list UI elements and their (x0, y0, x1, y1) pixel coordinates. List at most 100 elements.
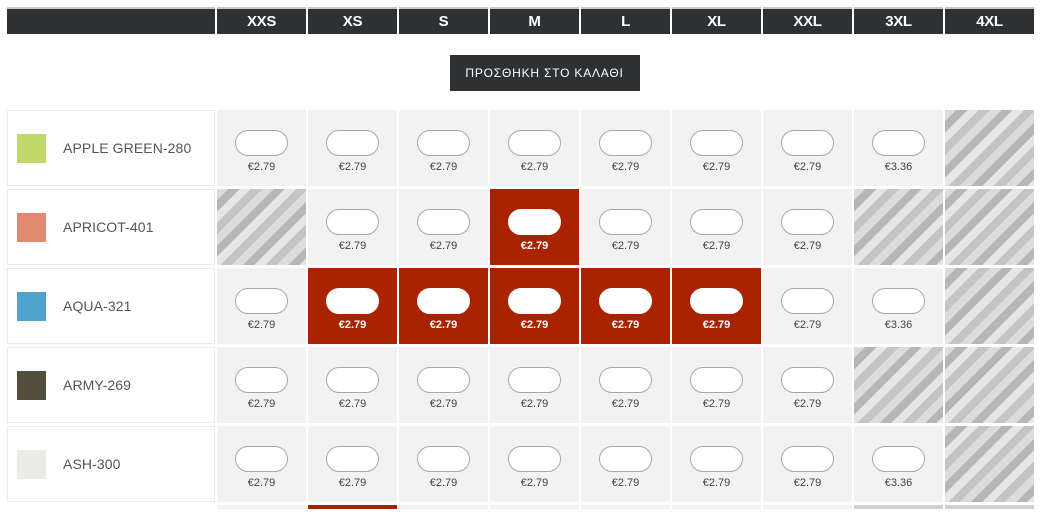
size-header-m: M (490, 7, 579, 34)
quantity-input[interactable] (872, 288, 925, 314)
price-label: €2.79 (247, 319, 276, 331)
next-row-cell-stub (854, 505, 943, 509)
price-label: €2.79 (338, 398, 367, 410)
price-label: €3.36 (884, 319, 913, 331)
quantity-input[interactable] (781, 367, 834, 393)
price-label: €2.79 (611, 240, 640, 252)
color-swatch (17, 449, 46, 479)
color-label-cell: ASH-300 (7, 426, 215, 502)
price-label: €2.79 (611, 161, 640, 173)
quantity-input[interactable] (690, 130, 743, 156)
header-corner (7, 7, 215, 34)
size-cell-3xl: €3.36 (854, 268, 943, 344)
size-cell-l: €2.79 (581, 189, 670, 265)
quantity-input[interactable] (781, 209, 834, 235)
size-header-xs: XS (308, 7, 397, 34)
size-cell-xl: €2.79 (672, 189, 761, 265)
price-label: €2.79 (247, 398, 276, 410)
quantity-input[interactable] (417, 446, 470, 472)
add-to-cart-button[interactable]: ΠΡΟΣΘΗΚΗ ΣΤΟ ΚΑΛΑΘΙ (449, 55, 640, 91)
color-swatch (17, 212, 46, 242)
selected-size-cell-s: €2.79 (399, 268, 488, 344)
color-name: AQUA-321 (63, 298, 132, 314)
unavailable-cell-4xl (945, 347, 1034, 423)
size-cell-xl: €2.79 (672, 110, 761, 186)
quantity-input[interactable] (326, 288, 379, 314)
quantity-input[interactable] (508, 446, 561, 472)
quantity-input[interactable] (417, 288, 470, 314)
quantity-input[interactable] (417, 367, 470, 393)
quantity-input[interactable] (872, 446, 925, 472)
unavailable-cell-4xl (945, 268, 1034, 344)
quantity-input[interactable] (690, 367, 743, 393)
size-header-xl: XL (672, 7, 761, 34)
quantity-input[interactable] (508, 288, 561, 314)
unavailable-cell-4xl (945, 189, 1034, 265)
size-cell-xxs: €2.79 (217, 426, 306, 502)
price-label: €2.79 (702, 240, 731, 252)
quantity-input[interactable] (690, 209, 743, 235)
price-label: €2.79 (793, 477, 822, 489)
price-label: €2.79 (429, 477, 458, 489)
size-cell-s: €2.79 (399, 110, 488, 186)
quantity-input[interactable] (781, 130, 834, 156)
quantity-input[interactable] (690, 288, 743, 314)
quantity-input[interactable] (599, 367, 652, 393)
size-cell-m: €2.79 (490, 110, 579, 186)
quantity-input[interactable] (599, 209, 652, 235)
quantity-input[interactable] (326, 130, 379, 156)
price-label: €2.79 (429, 240, 458, 252)
price-label: €2.79 (611, 398, 640, 410)
quantity-input[interactable] (599, 446, 652, 472)
price-label: €2.79 (702, 477, 731, 489)
action-row: ΠΡΟΣΘΗΚΗ ΣΤΟ ΚΑΛΑΘΙ (7, 34, 1034, 110)
size-cell-xxl: €2.79 (763, 189, 852, 265)
quantity-input[interactable] (417, 209, 470, 235)
color-label-cell: ARMY-269 (7, 347, 215, 423)
quantity-input[interactable] (599, 130, 652, 156)
unavailable-cell-3xl (854, 189, 943, 265)
next-row-cell-stub (308, 505, 397, 509)
price-label: €2.79 (702, 319, 731, 331)
quantity-input[interactable] (235, 288, 288, 314)
price-label: €2.79 (338, 240, 367, 252)
quantity-input[interactable] (417, 130, 470, 156)
size-header-xxs: XXS (217, 7, 306, 34)
price-label: €2.79 (247, 477, 276, 489)
size-header-xxl: XXL (763, 7, 852, 34)
size-cell-s: €2.79 (399, 189, 488, 265)
size-cell-3xl: €3.36 (854, 426, 943, 502)
quantity-input[interactable] (235, 367, 288, 393)
quantity-input[interactable] (235, 446, 288, 472)
quantity-input[interactable] (326, 209, 379, 235)
quantity-input[interactable] (235, 130, 288, 156)
size-cell-m: €2.79 (490, 347, 579, 423)
quantity-input[interactable] (508, 367, 561, 393)
quantity-input[interactable] (690, 446, 743, 472)
quantity-input[interactable] (326, 367, 379, 393)
price-label: €2.79 (429, 161, 458, 173)
quantity-input[interactable] (508, 209, 561, 235)
quantity-input[interactable] (872, 130, 925, 156)
next-row-cell-stub (581, 505, 670, 509)
size-cell-l: €2.79 (581, 426, 670, 502)
color-label-cell: APPLE GREEN-280 (7, 110, 215, 186)
selected-size-cell-m: €2.79 (490, 268, 579, 344)
color-label-cell: APRICOT-401 (7, 189, 215, 265)
price-label: €2.79 (611, 319, 640, 331)
unavailable-cell-4xl (945, 426, 1034, 502)
price-label: €2.79 (520, 161, 549, 173)
quantity-input[interactable] (599, 288, 652, 314)
price-label: €2.79 (793, 240, 822, 252)
quantity-input[interactable] (508, 130, 561, 156)
selected-size-cell-l: €2.79 (581, 268, 670, 344)
color-name: ASH-300 (63, 456, 121, 472)
quantity-input[interactable] (781, 446, 834, 472)
price-label: €2.79 (520, 477, 549, 489)
size-header-s: S (399, 7, 488, 34)
quantity-input[interactable] (781, 288, 834, 314)
selected-size-cell-xs: €2.79 (308, 268, 397, 344)
quantity-input[interactable] (326, 446, 379, 472)
size-cell-3xl: €3.36 (854, 110, 943, 186)
size-cell-s: €2.79 (399, 347, 488, 423)
